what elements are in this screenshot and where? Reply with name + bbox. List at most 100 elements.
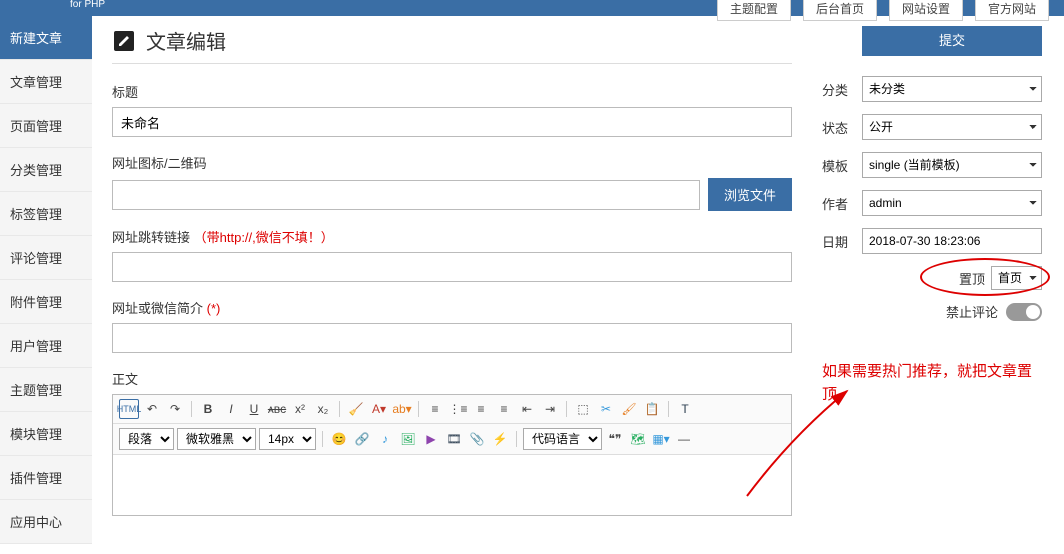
page-title: 文章编辑 <box>146 26 226 55</box>
sidebar-item-categories[interactable]: 分类管理 <box>0 148 92 192</box>
separator <box>418 401 419 417</box>
html-source-button[interactable]: HTML <box>119 399 139 419</box>
font-family-select[interactable]: 微软雅黑 <box>177 428 256 450</box>
align-center-button[interactable]: ≡ <box>494 399 514 419</box>
status-label: 状态 <box>822 118 862 137</box>
image-button[interactable]: 🖼 <box>398 429 418 449</box>
align-left-button[interactable]: ≡ <box>471 399 491 419</box>
template-label: 模板 <box>822 156 862 175</box>
video-button[interactable]: ▶ <box>421 429 441 449</box>
date-input[interactable] <box>862 228 1042 254</box>
clear-format-button[interactable]: 🧹 <box>346 399 366 419</box>
superscript-button[interactable]: x² <box>290 399 310 419</box>
status-select[interactable]: 公开 <box>862 114 1042 140</box>
edit-icon <box>112 29 136 53</box>
template-select[interactable]: single (当前模板) <box>862 152 1042 178</box>
top-nav: 主题配置 后台首页 网站设置 官方网站 <box>717 0 1049 21</box>
separator <box>566 401 567 417</box>
redo-button[interactable]: ↷ <box>165 399 185 419</box>
category-select[interactable]: 未分类 <box>862 76 1042 102</box>
unordered-list-button[interactable]: ⋮≡ <box>448 399 468 419</box>
separator <box>668 401 669 417</box>
film-button[interactable]: 🎞 <box>444 429 464 449</box>
author-label: 作者 <box>822 194 862 213</box>
body-label: 正文 <box>112 369 792 388</box>
screenshot-button[interactable]: ✂ <box>596 399 616 419</box>
sidebar-item-modules[interactable]: 模块管理 <box>0 412 92 456</box>
sidebar-item-plugins[interactable]: 插件管理 <box>0 456 92 500</box>
date-label: 日期 <box>822 232 862 251</box>
outdent-button[interactable]: ⇤ <box>517 399 537 419</box>
intro-input[interactable] <box>112 323 792 353</box>
pin-select[interactable]: 首页 <box>991 266 1042 290</box>
submit-button[interactable]: 提交 <box>862 26 1042 56</box>
sidebar-item-new-post[interactable]: 新建文章 <box>0 16 92 60</box>
intro-label-text: 网址或微信简介 <box>112 301 203 316</box>
quote-button[interactable]: ❝❞ <box>605 429 625 449</box>
sidebar-item-comments[interactable]: 评论管理 <box>0 236 92 280</box>
redirect-label-text: 网址跳转链接 <box>112 230 190 245</box>
separator <box>191 401 192 417</box>
topnav-admin-home[interactable]: 后台首页 <box>803 0 877 21</box>
url-icon-input[interactable] <box>112 180 700 210</box>
sidebar-item-pages[interactable]: 页面管理 <box>0 104 92 148</box>
font-color-button[interactable]: A▾ <box>369 399 389 419</box>
topnav-theme-config[interactable]: 主题配置 <box>717 0 791 21</box>
code-lang-select[interactable]: 代码语言 <box>523 428 602 450</box>
comment-disable-label: 禁止评论 <box>946 302 998 321</box>
sidebar-item-posts[interactable]: 文章管理 <box>0 60 92 104</box>
bold-button[interactable]: B <box>198 399 218 419</box>
redirect-note: （带http://,微信不填！） <box>194 230 334 245</box>
url-icon-label: 网址图标/二维码 <box>112 153 792 172</box>
title-label: 标题 <box>112 82 792 101</box>
bg-color-button[interactable]: ab▾ <box>392 399 412 419</box>
attachment-button[interactable]: 📎 <box>467 429 487 449</box>
intro-label: 网址或微信简介 (*) <box>112 298 792 317</box>
sidebar-item-themes[interactable]: 主题管理 <box>0 368 92 412</box>
author-select[interactable]: admin <box>862 190 1042 216</box>
annotation-text: 如果需要热门推荐，就把文章置顶 <box>822 361 1042 406</box>
subscript-button[interactable]: x₂ <box>313 399 333 419</box>
brush-button[interactable]: 🖌 <box>619 399 639 419</box>
comment-disable-toggle[interactable] <box>1006 303 1042 321</box>
map-button[interactable]: 🗺 <box>628 429 648 449</box>
sidebar-item-tags[interactable]: 标签管理 <box>0 192 92 236</box>
ordered-list-button[interactable]: ≡ <box>425 399 445 419</box>
browse-file-button[interactable]: 浏览文件 <box>708 178 792 211</box>
flash-button[interactable]: ⚡ <box>490 429 510 449</box>
link-button[interactable]: 🔗 <box>352 429 372 449</box>
paragraph-select[interactable]: 段落 <box>119 428 174 450</box>
separator <box>322 431 323 447</box>
hr-button[interactable]: — <box>674 429 694 449</box>
category-label: 分类 <box>822 80 862 99</box>
sidebar-item-users[interactable]: 用户管理 <box>0 324 92 368</box>
title-input[interactable] <box>112 107 792 137</box>
underline-button[interactable]: U <box>244 399 264 419</box>
undo-button[interactable]: ↶ <box>142 399 162 419</box>
topnav-official-site[interactable]: 官方网站 <box>975 0 1049 21</box>
topnav-site-settings[interactable]: 网站设置 <box>889 0 963 21</box>
strike-button[interactable]: ᴀʙᴄ <box>267 399 287 419</box>
separator <box>339 401 340 417</box>
pin-label: 置顶 <box>959 269 985 288</box>
italic-button[interactable]: I <box>221 399 241 419</box>
redirect-label: 网址跳转链接 （带http://,微信不填！） <box>112 227 792 246</box>
sidebar-item-app-center[interactable]: 应用中心 <box>0 500 92 544</box>
sidebar: 新建文章 文章管理 页面管理 分类管理 标签管理 评论管理 附件管理 用户管理 … <box>0 16 92 544</box>
table-button[interactable]: ▦▾ <box>651 429 671 449</box>
redirect-input[interactable] <box>112 252 792 282</box>
editor-body[interactable] <box>113 455 791 515</box>
indent-button[interactable]: ⇥ <box>540 399 560 419</box>
font-size-select[interactable]: 14px <box>259 428 316 450</box>
rich-text-editor: HTML ↶ ↷ B I U ᴀʙᴄ x² x₂ 🧹 A▾ ab▾ <box>112 394 792 516</box>
select-all-button[interactable]: ⬚ <box>573 399 593 419</box>
insert-text-button[interactable]: T <box>675 399 695 419</box>
sidebar-item-attachments[interactable]: 附件管理 <box>0 280 92 324</box>
music-button[interactable]: ♪ <box>375 429 395 449</box>
emoji-button[interactable]: 😊 <box>329 429 349 449</box>
page-title-row: 文章编辑 <box>112 26 792 64</box>
top-bar: for PHP 主题配置 后台首页 网站设置 官方网站 <box>0 0 1064 16</box>
intro-req: (*) <box>207 301 221 316</box>
paste-plain-button[interactable]: 📋 <box>642 399 662 419</box>
separator <box>516 431 517 447</box>
